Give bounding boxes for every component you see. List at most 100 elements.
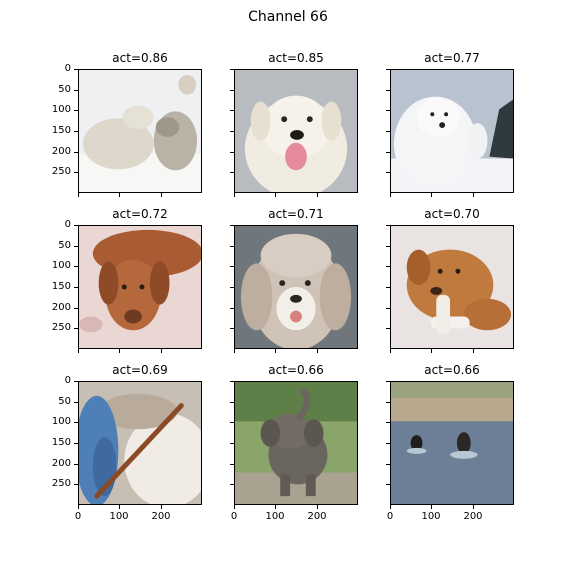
y-tick-label: 50 — [58, 240, 71, 251]
panel-title: act=0.70 — [424, 207, 480, 221]
x-tick-mark — [161, 193, 162, 197]
y-tick-mark — [74, 90, 78, 91]
panel-title: act=0.86 — [112, 51, 168, 65]
y-tick-mark — [230, 328, 234, 329]
image-panel — [234, 381, 358, 505]
figure-title: Channel 66 — [248, 9, 328, 25]
y-tick-mark — [386, 152, 390, 153]
x-tick-mark — [317, 193, 318, 197]
thumbnail-image — [79, 226, 201, 348]
x-tick-mark — [161, 349, 162, 353]
x-tick-mark — [473, 505, 474, 509]
y-tick-mark — [230, 443, 234, 444]
x-tick-mark — [390, 193, 391, 197]
y-tick-mark — [230, 308, 234, 309]
x-tick-mark — [275, 193, 276, 197]
image-panel — [390, 225, 514, 349]
y-tick-mark — [386, 90, 390, 91]
y-tick-mark — [74, 484, 78, 485]
y-tick-label: 150 — [51, 125, 71, 136]
y-tick-mark — [74, 328, 78, 329]
y-tick-mark — [230, 287, 234, 288]
x-tick-label: 0 — [230, 511, 238, 522]
y-tick-mark — [74, 422, 78, 423]
panel-title: act=0.69 — [112, 363, 168, 377]
y-tick-mark — [386, 172, 390, 173]
y-tick-mark — [230, 402, 234, 403]
x-tick-mark — [119, 505, 120, 509]
image-panel — [78, 381, 202, 505]
y-tick-mark — [230, 422, 234, 423]
y-tick-label: 200 — [51, 458, 71, 469]
y-tick-mark — [74, 172, 78, 173]
x-tick-mark — [275, 505, 276, 509]
x-tick-label: 200 — [151, 511, 171, 522]
thumbnail-image — [79, 70, 201, 192]
y-tick-mark — [230, 152, 234, 153]
x-tick-mark — [317, 505, 318, 509]
y-tick-label: 0 — [64, 375, 71, 386]
image-panel — [390, 69, 514, 193]
y-tick-mark — [386, 422, 390, 423]
thumbnail-image — [79, 382, 201, 504]
y-tick-mark — [74, 69, 78, 70]
y-tick-label: 100 — [51, 260, 71, 271]
image-panel — [390, 381, 514, 505]
y-tick-mark — [386, 308, 390, 309]
x-tick-mark — [275, 349, 276, 353]
thumbnail-image — [391, 382, 513, 504]
y-tick-label: 0 — [64, 219, 71, 230]
x-tick-mark — [234, 505, 235, 509]
y-tick-mark — [230, 464, 234, 465]
x-tick-label: 100 — [109, 511, 129, 522]
x-tick-mark — [390, 349, 391, 353]
y-tick-label: 150 — [51, 281, 71, 292]
y-tick-mark — [230, 69, 234, 70]
x-tick-mark — [390, 505, 391, 509]
x-tick-label: 100 — [265, 511, 285, 522]
thumbnail-image — [391, 70, 513, 192]
x-tick-mark — [78, 193, 79, 197]
y-tick-mark — [74, 443, 78, 444]
y-tick-mark — [74, 381, 78, 382]
x-tick-label: 0 — [74, 511, 82, 522]
y-tick-mark — [230, 90, 234, 91]
thumbnail-image — [235, 226, 357, 348]
panel-title: act=0.85 — [268, 51, 324, 65]
x-tick-label: 100 — [421, 511, 441, 522]
y-tick-mark — [74, 225, 78, 226]
y-tick-mark — [386, 402, 390, 403]
y-tick-mark — [230, 266, 234, 267]
y-tick-mark — [386, 328, 390, 329]
y-tick-mark — [386, 110, 390, 111]
y-tick-mark — [386, 484, 390, 485]
y-tick-label: 200 — [51, 302, 71, 313]
y-tick-label: 50 — [58, 396, 71, 407]
x-tick-label: 0 — [386, 511, 394, 522]
y-tick-label: 50 — [58, 84, 71, 95]
y-tick-mark — [74, 287, 78, 288]
y-tick-mark — [230, 225, 234, 226]
panel-title: act=0.77 — [424, 51, 480, 65]
y-tick-label: 250 — [51, 166, 71, 177]
image-panel — [78, 225, 202, 349]
panel-title: act=0.71 — [268, 207, 324, 221]
y-tick-mark — [386, 131, 390, 132]
y-tick-mark — [386, 443, 390, 444]
image-panel — [234, 69, 358, 193]
y-tick-label: 250 — [51, 322, 71, 333]
x-tick-mark — [431, 193, 432, 197]
y-tick-mark — [74, 110, 78, 111]
y-tick-mark — [386, 246, 390, 247]
x-tick-mark — [431, 349, 432, 353]
thumbnail-image — [235, 70, 357, 192]
x-tick-mark — [473, 349, 474, 353]
y-tick-mark — [230, 246, 234, 247]
y-tick-mark — [230, 110, 234, 111]
y-tick-mark — [386, 266, 390, 267]
x-tick-mark — [161, 505, 162, 509]
y-tick-label: 100 — [51, 104, 71, 115]
x-tick-mark — [78, 505, 79, 509]
y-tick-mark — [74, 152, 78, 153]
thumbnail-image — [391, 226, 513, 348]
